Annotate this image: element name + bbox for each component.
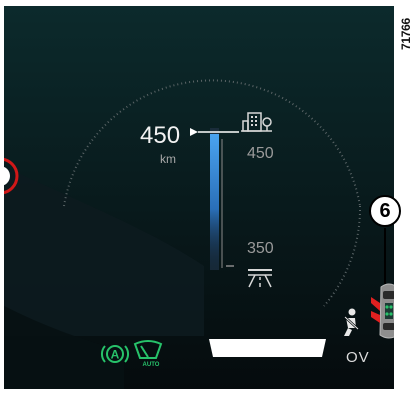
seatbelt-warning-icon: [344, 308, 359, 336]
figure-code-label: 71766: [396, 4, 416, 64]
instrument-cluster-screen: A AUTO 450 km 450 350 OV: [4, 6, 394, 389]
car-doors-open-icon: [371, 283, 394, 339]
cluster-graphics: [4, 6, 394, 389]
range-unit: km: [160, 152, 176, 166]
highway-road-icon: [248, 269, 272, 288]
callout-leader-line: [384, 228, 386, 284]
bottom-bar: [209, 339, 326, 357]
city-buildings-icon: [241, 112, 272, 132]
ov-status-label: OV: [346, 349, 370, 366]
range-value: 450: [140, 122, 181, 149]
figure-code-text: 71766: [399, 18, 413, 50]
callout-number-badge: 6: [369, 195, 401, 227]
auto-wiper-icon: AUTO: [133, 340, 163, 367]
scale-lower-tick-label: 350: [247, 240, 274, 257]
auto-hold-icon: A: [101, 345, 129, 363]
scale-upper-tick-label: 450: [247, 145, 274, 162]
svg-text:A: A: [111, 348, 120, 362]
svg-text:AUTO: AUTO: [143, 362, 160, 367]
range-fill: [210, 134, 219, 270]
